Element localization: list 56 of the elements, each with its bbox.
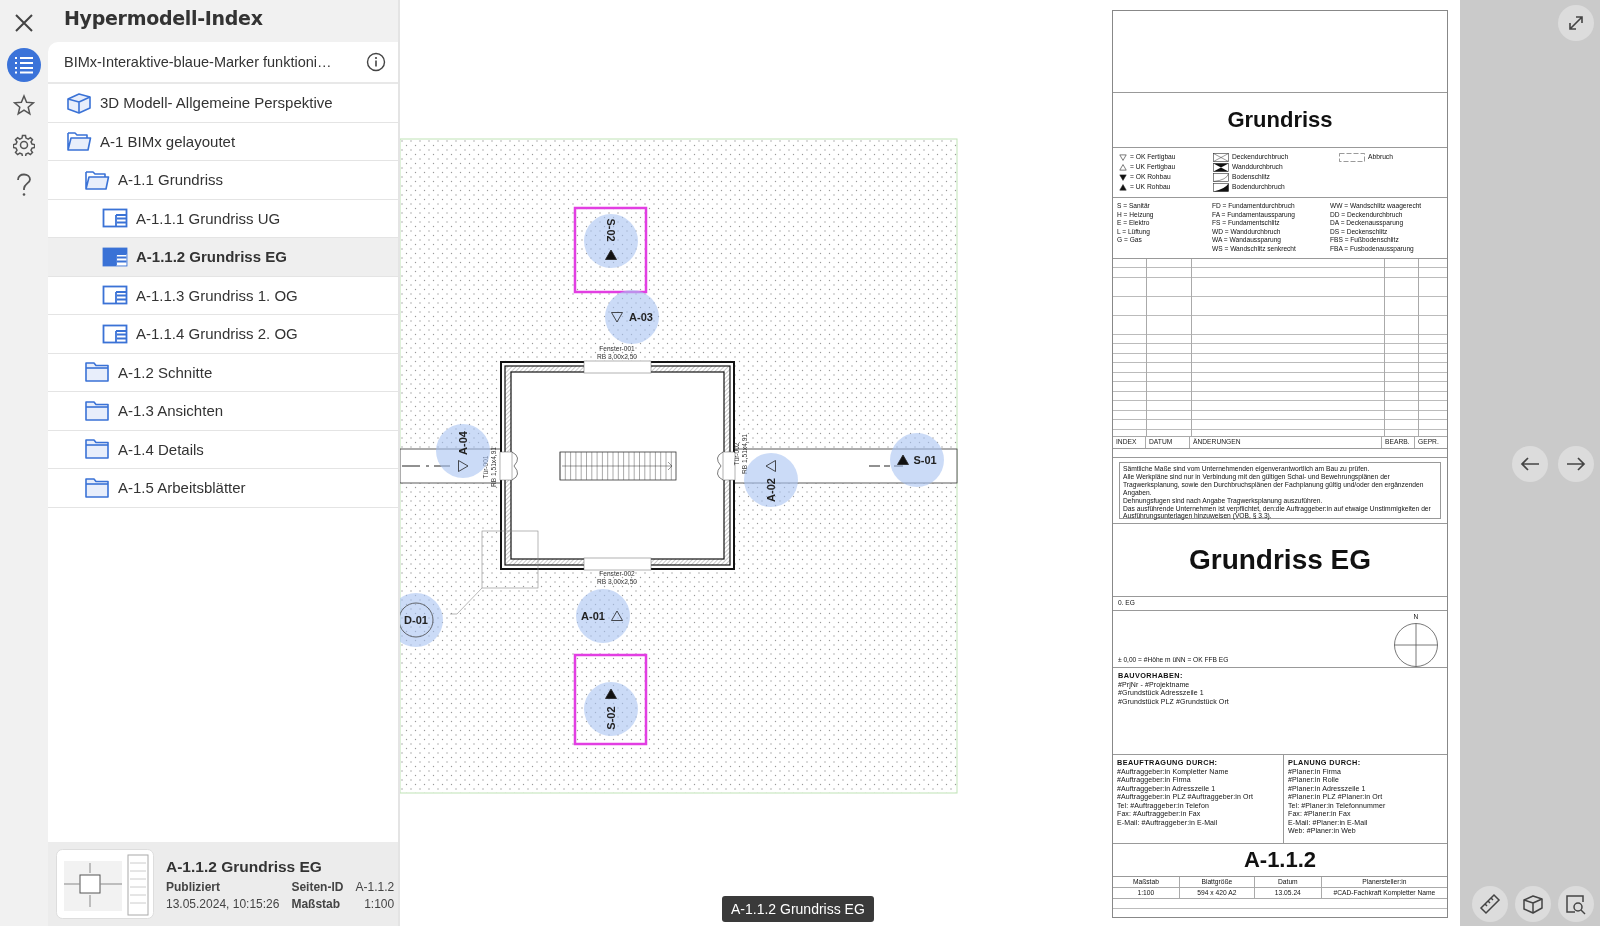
- compass-icon: [1393, 621, 1439, 668]
- tree-item[interactable]: A-1.1.4 Grundriss 2. OG: [48, 315, 398, 354]
- sheet-icon: [102, 246, 128, 267]
- sheet-icon: [102, 285, 128, 306]
- list-icon: [14, 56, 34, 74]
- search-button[interactable]: [1558, 886, 1594, 922]
- sheet-title: A-1.1.2 Grundriss EG: [166, 857, 323, 876]
- star-icon: [13, 94, 35, 116]
- search-icon: [1565, 893, 1587, 915]
- info-icon[interactable]: [366, 52, 386, 72]
- plan-marker[interactable]: D-01: [400, 593, 443, 647]
- sheet-name: Grundriss EG: [1188, 544, 1371, 576]
- project-name: BIMx-Interaktive-blaue-Marker funktioni…: [64, 54, 332, 70]
- publish-date: 13.05.2024, 10:15:26: [166, 896, 280, 911]
- field-value: 1:100: [363, 896, 395, 911]
- cube-icon: [66, 90, 92, 115]
- plan-marker[interactable]: S-02: [584, 682, 638, 736]
- sheet-icon: [102, 323, 128, 344]
- field-label: Maßstab: [291, 896, 342, 911]
- plan-marker[interactable]: S-02: [584, 214, 638, 268]
- tree-item[interactable]: A-1.5 Arbeitsblätter: [48, 469, 398, 508]
- sheet-icon: [102, 208, 128, 229]
- project-row[interactable]: BIMx-Interaktive-blaue-Marker funktioni…: [48, 42, 398, 84]
- tree-item[interactable]: 3D Modell- Allgemeine Perspektive: [48, 84, 398, 123]
- arrow-right-icon: [1566, 455, 1586, 472]
- tree-item[interactable]: A-1.3 Ansichten: [48, 392, 398, 431]
- panel-title: Hypermodell-Index: [63, 6, 264, 31]
- fullscreen-button[interactable]: [1558, 5, 1594, 41]
- arrow-left-icon: [1520, 455, 1540, 472]
- model-button[interactable]: [1515, 886, 1551, 922]
- publish-status: Publiziert: [166, 879, 221, 894]
- sheet-thumbnail-drawing[interactable]: [56, 849, 154, 919]
- plan-marker[interactable]: S-01: [890, 433, 944, 487]
- expand-icon: [1567, 14, 1585, 32]
- drawing-type: Grundriss: [1227, 107, 1333, 133]
- tree-item[interactable]: A-1.1.2 Grundriss EG: [48, 238, 398, 277]
- tree-item[interactable]: A-1.2 Schnitte: [48, 353, 398, 392]
- sheet-number: A-1.1.2: [1243, 847, 1317, 873]
- field-label: Seiten-ID: [291, 879, 344, 894]
- ruler-icon: [1479, 893, 1501, 915]
- tree-item[interactable]: A-1 BIMx gelayoutet: [48, 122, 398, 161]
- settings-icon: [13, 134, 35, 156]
- plan-marker[interactable]: A-03: [605, 290, 659, 344]
- measure-button[interactable]: [1472, 886, 1508, 922]
- previous-button[interactable]: [1512, 445, 1548, 482]
- field-value: A-1.1.2: [355, 879, 395, 894]
- tree-item[interactable]: A-1.1 Grundriss: [48, 161, 398, 200]
- demolition-symbol-icon: [1339, 152, 1365, 162]
- index-tab[interactable]: [7, 48, 41, 82]
- tree-item[interactable]: A-1.1.3 Grundriss 1. OG: [48, 276, 398, 315]
- sheet-tooltip: A-1.1.2 Grundriss EG: [722, 896, 874, 922]
- cube-icon: [1522, 893, 1544, 915]
- help-icon: [16, 173, 32, 197]
- next-button[interactable]: [1558, 445, 1594, 482]
- plan-marker[interactable]: A-01: [576, 589, 630, 643]
- tree-item[interactable]: A-1.4 Details: [48, 430, 398, 469]
